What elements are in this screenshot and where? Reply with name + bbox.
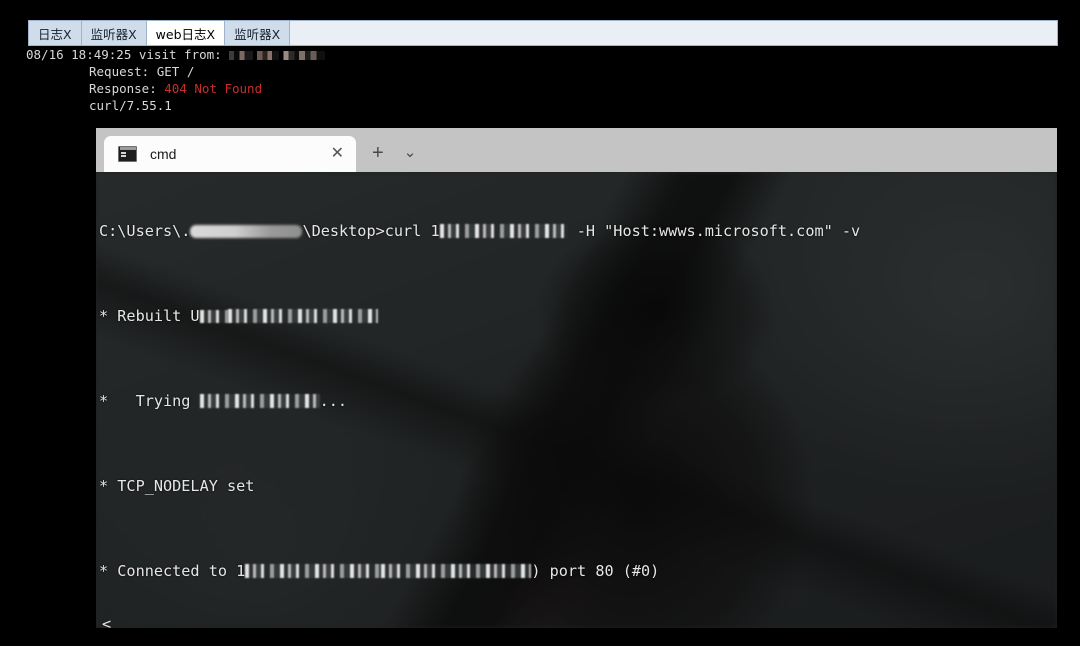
- terminal-tab-label: cmd: [150, 146, 177, 162]
- command-tail: -H "Host:wwws.microsoft.com" -v: [567, 221, 861, 240]
- windows-terminal-window: cmd ✕ + ⌄ C:\Users\. \Desktop>curl 1 -H "…: [96, 128, 1057, 628]
- redacted-connected-host: [245, 564, 382, 579]
- connected-port-tail: ) port 80 (#0): [531, 562, 660, 581]
- terminal-partial-line: <: [102, 619, 111, 628]
- app-tab-jiantingqi-1[interactable]: 监听器X: [81, 21, 147, 45]
- redacted-username: [190, 224, 303, 238]
- redacted-ip-pixels: [229, 51, 326, 60]
- terminal-line-connected: * Connected to 1 ) port 80 (#0): [99, 561, 1057, 582]
- trying-ellipsis: ...: [319, 391, 348, 410]
- app-tab-jiantingqi-2[interactable]: 监听器X: [225, 21, 291, 45]
- log-line-useragent: curl/7.55.1: [26, 97, 1080, 114]
- chevron-down-icon[interactable]: ⌄: [404, 145, 417, 160]
- log-viewer-tab-strip: 日志X 监听器X web日志X 监听器X: [28, 20, 1058, 46]
- new-tab-icon[interactable]: +: [372, 143, 384, 163]
- log-visit-text: 08/16 18:49:25 visit from:: [26, 47, 230, 62]
- terminal-body[interactable]: C:\Users\. \Desktop>curl 1 -H "Host:wwws.…: [96, 172, 1057, 628]
- nodelay-text: * TCP_NODELAY set: [99, 477, 255, 496]
- redacted-rebuilt-ip: [227, 308, 378, 323]
- redacted-url-fragment: [199, 309, 228, 323]
- redacted-connected-ip: [381, 564, 532, 579]
- log-response-label: Response:: [89, 81, 165, 96]
- app-tab-web-rizhi[interactable]: web日志X: [146, 21, 226, 45]
- close-icon[interactable]: ✕: [329, 146, 346, 162]
- terminal-titlebar[interactable]: cmd ✕ + ⌄: [96, 128, 1057, 172]
- rebuilt-text: * Rebuilt U: [99, 306, 200, 325]
- cursor-glyph: <: [102, 619, 112, 628]
- console-icon: [118, 146, 137, 162]
- log-line-response: Response: 404 Not Found: [26, 80, 1080, 97]
- log-line-visit: 08/16 18:49:25 visit from:: [26, 46, 1080, 63]
- log-output-pane: 08/16 18:49:25 visit from: Request: GET …: [0, 46, 1080, 126]
- terminal-line-nodelay: * TCP_NODELAY set: [99, 476, 1057, 497]
- app-tab-label: 日志X: [38, 26, 72, 42]
- terminal-text-buffer[interactable]: C:\Users\. \Desktop>curl 1 -H "Host:wwws.…: [96, 172, 1057, 628]
- terminal-line-trying: * Trying ...: [99, 391, 1057, 412]
- connected-text: * Connected to 1: [99, 562, 246, 581]
- app-tab-label: 监听器X: [234, 26, 281, 42]
- log-line-request: Request: GET /: [26, 63, 1080, 80]
- terminal-line-rebuilt: * Rebuilt U: [99, 306, 1057, 327]
- app-tab-rizhi[interactable]: 日志X: [29, 21, 82, 45]
- redacted-trying-ip: [199, 393, 320, 408]
- log-request-text: Request: GET /: [89, 64, 195, 79]
- tab-strip-empty-space: [290, 21, 1057, 45]
- terminal-tab-cmd[interactable]: cmd ✕: [104, 136, 356, 172]
- terminal-line-prompt: C:\Users\. \Desktop>curl 1 -H "Host:wwws.…: [99, 221, 1057, 242]
- redacted-ip-command: [439, 223, 568, 238]
- app-tab-label: web日志X: [155, 26, 216, 42]
- trying-text: * Trying: [99, 391, 200, 410]
- log-useragent-text: curl/7.55.1: [89, 98, 172, 113]
- prompt-suffix: \Desktop>curl 1: [302, 221, 440, 240]
- app-tab-label: 监听器X: [90, 26, 137, 42]
- log-response-status: 404 Not Found: [164, 81, 263, 96]
- prompt-prefix: C:\Users\.: [99, 221, 191, 240]
